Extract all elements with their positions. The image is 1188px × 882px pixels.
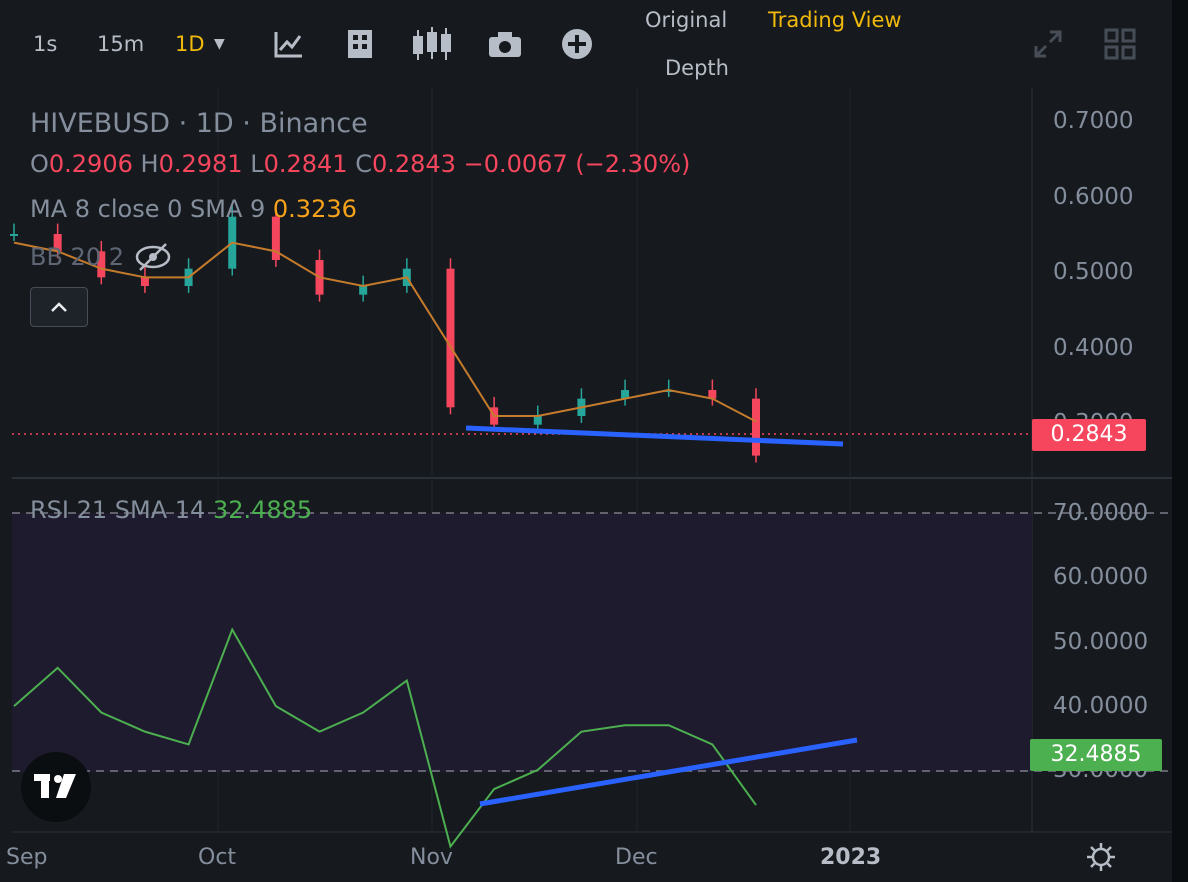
bb-legend-label: BB 20 2 [30, 243, 124, 271]
view-trading-view-tab[interactable]: Trading View [768, 8, 902, 32]
ohlc-legend: O0.2906 H0.2981 L0.2841 C0.2843 −0.0067 … [30, 150, 690, 178]
camera-icon[interactable] [488, 30, 522, 58]
price-axis-label: 0.7000 [1053, 108, 1134, 134]
chevron-down-icon[interactable]: ▼ [214, 36, 225, 52]
candle-body [140, 277, 149, 286]
collapse-legend-button[interactable] [30, 287, 88, 327]
ma-legend-label: MA 8 close 0 SMA 9 [30, 195, 266, 223]
rsi-axis-label: 40.0000 [1053, 693, 1149, 719]
candle-body [359, 286, 368, 295]
candlestick-icon[interactable] [411, 26, 453, 62]
candle-body [533, 416, 542, 425]
ohlc-high-label: H [140, 150, 159, 178]
interval-1s[interactable]: 1s [33, 32, 57, 56]
bb-legend: BB 20 2 [30, 243, 124, 271]
rsi-legend-value: 32.4885 [212, 496, 313, 524]
time-axis-label: 2023 [820, 845, 882, 870]
ohlc-open-label: O [30, 150, 49, 178]
rsi-axis-label: 50.0000 [1053, 629, 1149, 655]
rsi-legend: RSI 21 SMA 14 32.4885 [30, 496, 312, 524]
settings-gear-icon[interactable] [1086, 842, 1116, 872]
ma-line [13, 241, 757, 423]
time-axis-label: Nov [410, 845, 453, 870]
price-support-trendline[interactable] [465, 425, 844, 447]
layout-icon[interactable] [346, 28, 374, 60]
tradingview-logo[interactable] [21, 752, 91, 822]
time-axis-label: Sep [6, 845, 48, 870]
last-price-tag: 0.2843 [1032, 419, 1146, 451]
view-depth-tab[interactable]: Depth [665, 56, 729, 80]
interval-1d[interactable]: 1D [175, 32, 205, 56]
chevron-up-icon [51, 302, 67, 312]
rsi-axis-label: 70.0000 [1053, 500, 1149, 526]
price-axis-label: 0.5000 [1053, 259, 1134, 285]
indicators-icon[interactable] [272, 30, 304, 60]
price-axis-label: 0.6000 [1053, 184, 1134, 210]
right-edge-strip [1172, 0, 1188, 882]
ohlc-close-label: C [355, 150, 372, 178]
add-icon[interactable] [561, 28, 593, 60]
candle-body [752, 398, 760, 456]
rsi-value-tag: 32.4885 [1030, 739, 1162, 771]
time-axis-label: Oct [198, 845, 237, 870]
ma-legend: MA 8 close 0 SMA 9 0.3236 [30, 195, 357, 223]
expand-icon[interactable] [1032, 28, 1064, 60]
symbol-title: HIVEBUSD · 1D · Binance [30, 108, 368, 139]
ma-legend-value: 0.3236 [272, 195, 357, 223]
view-original-tab[interactable]: Original [645, 8, 727, 32]
candle-body [446, 268, 455, 408]
grid-layout-icon[interactable] [1104, 28, 1136, 60]
chart-toolbar: 1s 15m 1D ▼ Original Trading View Depth [0, 0, 1172, 88]
ohlc-high-value: 0.2981 [158, 150, 243, 178]
ohlc-close-value: 0.2843 [371, 150, 456, 178]
rsi-legend-label: RSI 21 SMA 14 [30, 496, 206, 524]
candle-body [10, 234, 18, 236]
rsi-axis-label: 60.0000 [1053, 564, 1149, 590]
interval-15m[interactable]: 15m [97, 32, 144, 56]
tradingview-logo-mark [34, 774, 76, 798]
ohlc-low-value: 0.2841 [263, 150, 348, 178]
eye-off-icon[interactable] [134, 240, 172, 274]
price-axis-label: 0.4000 [1053, 335, 1134, 361]
ohlc-open-value: 0.2906 [48, 150, 133, 178]
ohlc-low-label: L [250, 150, 264, 178]
rsi-band-background [12, 513, 1032, 772]
ohlc-change-value: −0.0067 (−2.30%) [463, 150, 691, 178]
time-axis-label: Dec [615, 845, 658, 870]
